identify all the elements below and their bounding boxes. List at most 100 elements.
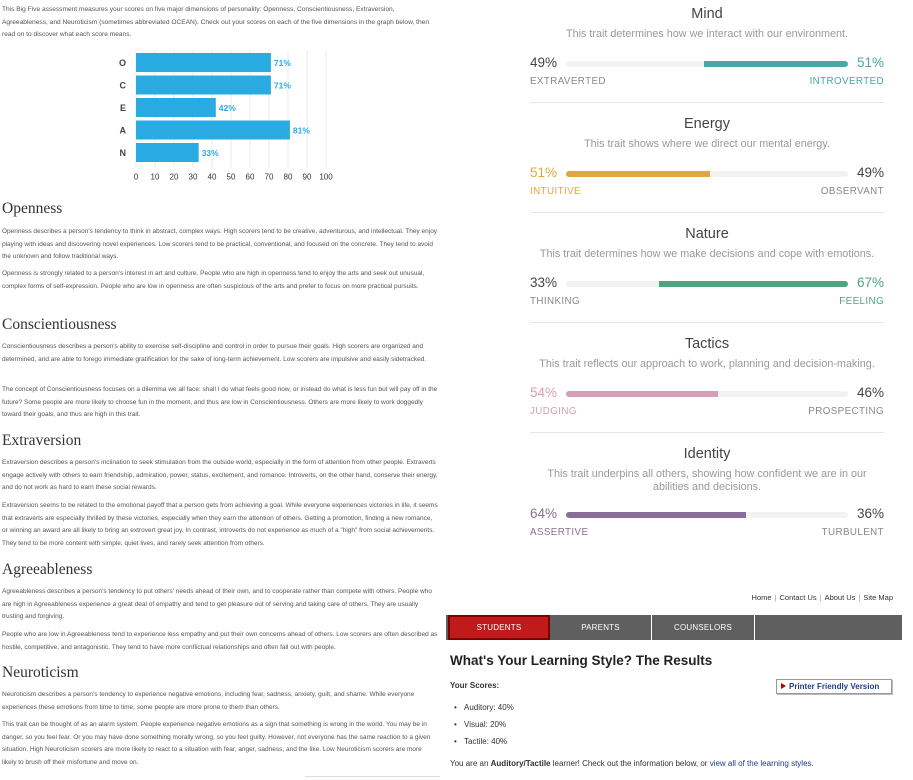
chart-x-tick-label: 70 (265, 173, 274, 182)
trait-left-percent: 64% (530, 506, 558, 521)
chart-value-label: 71% (274, 58, 291, 68)
trait-mind: Mind This trait determines how we intera… (530, 5, 884, 92)
home-link[interactable]: Home (752, 593, 772, 602)
trait-left-label: THINKING (530, 296, 581, 307)
chart-value-label: 33% (202, 148, 219, 158)
trait-bar-fill (704, 61, 848, 67)
chart-category-label: E (120, 103, 126, 113)
conscientiousness-paragraph-1: Conscientiousness describes a person's a… (2, 343, 427, 363)
chart-x-tick-label: 10 (151, 173, 160, 182)
chart-category-label: N (120, 148, 127, 158)
agreeableness-paragraph-2: People who are low in Agreeableness tend… (2, 631, 438, 651)
chart-category-label: C (120, 81, 127, 91)
bigfive-intro: This Big Five assessment measures your s… (2, 6, 429, 38)
nav-tabs: STUDENTS PARENTS COUNSELORS (446, 615, 902, 640)
score-tactile: Tactile: 40% (454, 733, 514, 750)
score-list: Auditory: 40% Visual: 20% Tactile: 40% (454, 699, 514, 750)
trait-left-percent: 51% (530, 165, 558, 180)
chart-category-label: A (120, 126, 127, 136)
tab-students[interactable]: STUDENTS (448, 615, 550, 640)
scores-heading: Your Scores: (450, 681, 500, 690)
trait-identity: Identity This trait underpins all others… (530, 445, 884, 543)
chart-x-tick-label: 50 (227, 173, 236, 182)
trait-energy: Energy This trait shows where we direct … (530, 115, 884, 202)
section-title-neuroticism: Neuroticism (2, 664, 79, 681)
trait-name: Nature (685, 226, 729, 242)
result-text-end: . (811, 759, 814, 768)
view-all-styles-link[interactable]: view all of the learning styles (710, 759, 812, 768)
page-title: What's Your Learning Style? The Results (450, 653, 713, 668)
trait-right-percent: 46% (856, 385, 884, 400)
trait-bar-track (566, 281, 848, 287)
learning-style-panel: Home | Contact Us | About Us | Site Map STUDEN… (446, 585, 913, 780)
chart-x-tick-label: 20 (170, 173, 179, 182)
link-separator: | (819, 593, 822, 602)
about-us-link[interactable]: About Us (825, 593, 856, 602)
result-learner-type: Auditory/Tactile (490, 759, 551, 768)
trait-divider (530, 322, 884, 323)
agreeableness-paragraph-1: Agreeableness describes a person's tende… (2, 588, 432, 621)
chart-x-tick-label: 40 (208, 173, 217, 182)
trait-right-label: TURBULENT (821, 527, 884, 538)
trait-bar-row: 54% 46% (530, 383, 884, 403)
chart-x-tick-label: 90 (303, 173, 312, 182)
trait-bar-track (566, 391, 848, 397)
chart-bar (136, 98, 216, 117)
extraversion-paragraph-2: Extraversion seems to be related to the … (2, 502, 438, 548)
bigfive-panel: This Big Five assessment measures your s… (0, 0, 440, 780)
chart-x-tick-label: 60 (246, 173, 255, 182)
neuroticism-paragraph-1: Neuroticism describes a person's tendenc… (2, 691, 415, 711)
trait-right-label: FEELING (839, 296, 884, 307)
trait-left-percent: 33% (530, 275, 558, 290)
trait-bar-track (566, 61, 848, 67)
trait-right-percent: 36% (856, 506, 884, 521)
trait-divider (530, 432, 884, 433)
trait-right-percent: 67% (856, 275, 884, 290)
section-title-agreeableness: Agreeableness (2, 561, 93, 578)
chart-x-tick-label: 30 (189, 173, 198, 182)
trait-labels: INTUITIVE OBSERVANT (530, 186, 884, 202)
chart-x-tick-label: 0 (134, 173, 139, 182)
trait-right-percent: 49% (856, 165, 884, 180)
site-map-link[interactable]: Site Map (863, 593, 893, 602)
chart-bar (136, 75, 271, 95)
openness-paragraph-1: Openness describes a person's tendency t… (2, 228, 438, 261)
trait-left-percent: 54% (530, 385, 558, 400)
trait-left-label: ASSERTIVE (530, 527, 589, 538)
trait-bar-track (566, 171, 848, 177)
tab-counselors[interactable]: COUNSELORS (652, 615, 755, 640)
trait-bar-track (566, 512, 848, 518)
top-links: Home | Contact Us | About Us | Site Map (752, 593, 893, 602)
chart-x-tick-label: 100 (319, 173, 333, 182)
bigfive-chart: 0 10 20 30 40 50 60 70 80 90 100 O 71% C 71% E 42% A 81% N 3… (119, 50, 333, 182)
trait-bar-fill (566, 171, 710, 177)
contact-us-link[interactable]: Contact Us (780, 593, 817, 602)
trait-divider (530, 212, 884, 213)
section-title-conscientiousness: Conscientiousness (2, 316, 117, 333)
trait-bar-row: 64% 36% (530, 504, 884, 524)
trait-divider (530, 102, 884, 103)
chart-bar (136, 120, 290, 140)
trait-bar-row: 33% 67% (530, 273, 884, 293)
result-sentence: You are an Auditory/Tactile learner! Che… (450, 759, 814, 768)
trait-description: This trait underpins all others, showing… (547, 468, 867, 493)
trait-tactics: Tactics This trait reflects our approach… (530, 335, 884, 422)
trait-panel: Mind This trait determines how we intera… (510, 0, 900, 560)
printer-friendly-button[interactable]: Printer Friendly Version (776, 679, 892, 694)
trait-labels: EXTRAVERTED INTROVERTED (530, 76, 884, 92)
trait-right-percent: 51% (856, 55, 884, 70)
trait-name: Energy (684, 116, 730, 132)
trait-labels: JUDGING PROSPECTING (530, 406, 884, 422)
trait-name: Mind (691, 6, 723, 22)
footer-divider (305, 776, 440, 777)
trait-labels: THINKING FEELING (530, 296, 884, 312)
trait-left-percent: 49% (530, 55, 558, 70)
result-text-middle: learner! Check out the information below… (550, 759, 710, 768)
chart-value-label: 42% (219, 103, 236, 113)
trait-name: Identity (683, 446, 731, 462)
trait-right-label: INTROVERTED (809, 76, 884, 87)
trait-bar-row: 49% 51% (530, 53, 884, 73)
trait-labels: ASSERTIVE TURBULENT (530, 527, 884, 543)
tab-parents[interactable]: PARENTS (550, 615, 652, 640)
chart-bar (136, 143, 199, 162)
